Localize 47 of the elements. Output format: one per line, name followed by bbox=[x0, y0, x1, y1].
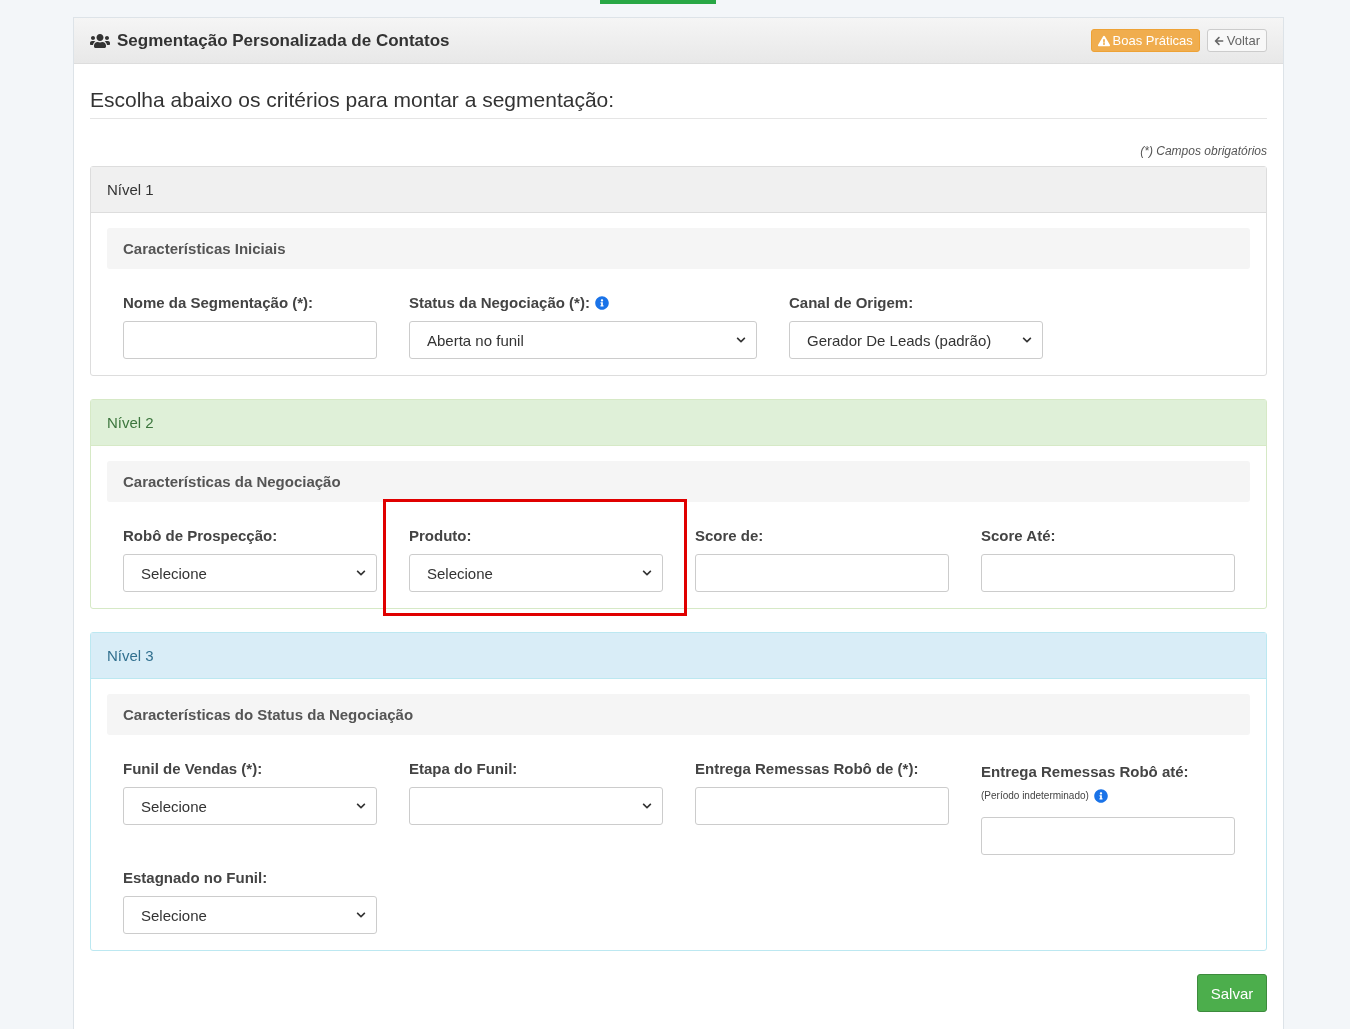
chevron-icon bbox=[642, 801, 652, 811]
info-icon[interactable] bbox=[594, 296, 609, 310]
warning-icon bbox=[1097, 34, 1110, 47]
back-button[interactable]: Voltar bbox=[1206, 29, 1267, 52]
section-subheading: Características do Status da Negociação bbox=[107, 694, 1250, 735]
page-heading: Escolha abaixo os critérios para montar a segmentação: bbox=[90, 88, 1267, 119]
info-icon[interactable] bbox=[1093, 789, 1108, 803]
chevron-icon bbox=[356, 568, 366, 578]
chevron-icon bbox=[736, 335, 746, 345]
field-label: Funil de Vendas (*): bbox=[123, 760, 263, 778]
panel-heading: Nível 1 bbox=[91, 167, 1266, 213]
section-subheading: Características Iniciais bbox=[107, 228, 1250, 269]
field-label: Etapa do Funil: bbox=[409, 760, 518, 778]
select-field[interactable]: Aberta no funil bbox=[409, 321, 757, 359]
input-field[interactable] bbox=[981, 554, 1235, 592]
field-label: Estagnado no Funil: bbox=[123, 869, 268, 887]
chevron-icon bbox=[1022, 335, 1032, 345]
arrow-left-icon bbox=[1213, 35, 1224, 46]
input-field[interactable] bbox=[695, 554, 949, 592]
field-label: Nome da Segmentação (*): bbox=[123, 294, 314, 312]
input-field[interactable] bbox=[695, 787, 949, 825]
field-label: Canal de Origem: bbox=[789, 294, 914, 312]
select-field[interactable]: Gerador De Leads (padrão) bbox=[789, 321, 1043, 359]
required-note: (*) Campos obrigatórios bbox=[1140, 144, 1267, 158]
panel-heading: Nível 3 bbox=[91, 633, 1266, 679]
field-label: Status da Negociação (*): bbox=[409, 294, 590, 312]
select-field[interactable]: Selecione bbox=[123, 787, 377, 825]
field-label: Entrega Remessas Robô de (*): bbox=[695, 760, 919, 778]
section-subheading: Características da Negociação bbox=[107, 461, 1250, 502]
field-label: Score Até: bbox=[981, 527, 1056, 545]
select-field[interactable]: Selecione bbox=[409, 554, 663, 592]
select-field[interactable]: Selecione bbox=[123, 896, 377, 934]
panel-heading: Nível 2 bbox=[91, 400, 1266, 446]
chevron-icon bbox=[642, 568, 652, 578]
field-label: Entrega Remessas Robô até: bbox=[981, 762, 1189, 782]
chevron-icon bbox=[356, 801, 366, 811]
input-field[interactable] bbox=[123, 321, 377, 359]
field-label: Score de: bbox=[695, 527, 764, 545]
input-field[interactable] bbox=[981, 817, 1235, 855]
users-icon bbox=[90, 32, 110, 49]
select-field[interactable]: Selecione bbox=[123, 554, 377, 592]
field-label: Produto: bbox=[409, 527, 472, 545]
chevron-icon bbox=[356, 910, 366, 920]
card-title: Segmentação Personalizada de Contatos bbox=[117, 30, 451, 51]
field-note: (Período indeterminado) bbox=[981, 789, 1089, 803]
select-field[interactable] bbox=[409, 787, 663, 825]
field-label: Robô de Prospecção: bbox=[123, 527, 278, 545]
